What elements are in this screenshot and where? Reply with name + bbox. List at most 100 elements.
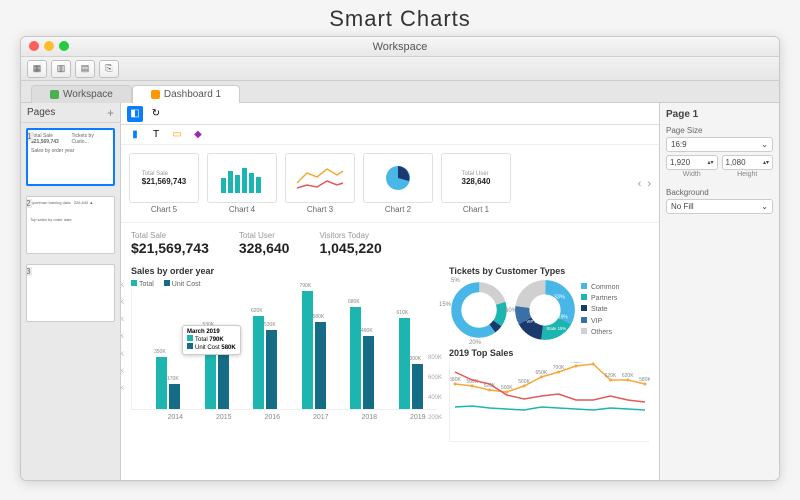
traffic-lights bbox=[29, 41, 69, 51]
minimize-icon[interactable] bbox=[44, 41, 54, 51]
app-title: Smart Charts bbox=[329, 6, 471, 32]
maximize-icon[interactable] bbox=[59, 41, 69, 51]
chart-tooltip: March 2019 Total 790K Unit Cost 580K bbox=[182, 325, 241, 355]
svg-text:620K: 620K bbox=[622, 373, 634, 379]
donut-chart-2[interactable]: 33% 19% State 15% VIP 10% bbox=[515, 280, 575, 340]
thumb-number: 3 bbox=[26, 267, 32, 276]
image-tool[interactable]: ▭ bbox=[169, 127, 185, 143]
svg-text:State 15%: State 15% bbox=[546, 326, 566, 331]
toolbar-btn-1[interactable]: ▦ bbox=[27, 60, 47, 78]
width-input[interactable]: 1,920▴▾ bbox=[666, 155, 718, 170]
tab-dashboard-1[interactable]: Dashboard 1 bbox=[132, 85, 240, 103]
pages-title: Pages bbox=[27, 107, 55, 118]
sales-chart-panel: Sales by order year Total Unit Cost Marc… bbox=[131, 262, 437, 442]
tab-workspace[interactable]: Workspace bbox=[31, 85, 132, 103]
background-select[interactable]: No Fill⌄ bbox=[666, 199, 773, 214]
prop-label: Page Size bbox=[666, 126, 773, 135]
gallery-item[interactable]: Chart 3 bbox=[285, 153, 355, 214]
kpi-total-sale: Total Sale$21,569,743 bbox=[131, 231, 209, 256]
page-thumb-2[interactable]: 2 Sportman training data 328,640 ▲ Top s… bbox=[26, 196, 115, 254]
app-window: Workspace ▦ ▥ ▤ ⎘ Workspace Dashboard 1 … bbox=[20, 36, 780, 481]
titlebar: Workspace bbox=[21, 37, 779, 57]
chart-gallery: Total Sale$21,569,743 Chart 5 Chart 4 Ch… bbox=[121, 145, 659, 223]
svg-text:650K: 650K bbox=[536, 370, 548, 376]
pointer-tool[interactable]: ◧ bbox=[127, 106, 143, 122]
svg-text:VIP 10%: VIP 10% bbox=[526, 319, 543, 324]
kpi-value: $21,569,743 bbox=[131, 240, 209, 256]
chart-title: 2019 Top Sales bbox=[449, 348, 649, 358]
svg-text:700K: 700K bbox=[553, 365, 565, 371]
kpi-visitors: Visitors Today1,045,220 bbox=[319, 231, 381, 256]
props-title: Page 1 bbox=[666, 109, 773, 120]
chart-title: Tickets by Customer Types bbox=[449, 266, 649, 276]
kpi-label: Total User bbox=[239, 231, 290, 240]
legend-label: Unit Cost bbox=[172, 281, 201, 288]
toolbar-btn-2[interactable]: ▥ bbox=[51, 60, 71, 78]
donut-chart-1[interactable]: 60% 15% 5% 20% bbox=[449, 280, 509, 340]
toolbar-btn-4[interactable]: ⎘ bbox=[99, 60, 119, 78]
svg-text:760K: 760K bbox=[570, 362, 582, 365]
svg-text:620K: 620K bbox=[605, 373, 617, 379]
dim-label: Height bbox=[722, 171, 774, 178]
gallery-label: Chart 5 bbox=[129, 205, 199, 214]
pie-icon bbox=[383, 163, 413, 193]
aspect-select[interactable]: 16:9⌄ bbox=[666, 137, 773, 152]
refresh-button[interactable]: ↻ bbox=[148, 106, 164, 122]
legend-label: Total bbox=[139, 281, 154, 288]
toolbar-btn-3[interactable]: ▤ bbox=[75, 60, 95, 78]
sales-legend: Total Unit Cost bbox=[131, 280, 437, 288]
tickets-legend: Common Partners State VIP Others bbox=[581, 282, 619, 338]
svg-text:19%: 19% bbox=[558, 315, 569, 321]
svg-text:780K: 780K bbox=[587, 362, 599, 363]
kpi-total-user: Total User328,640 bbox=[239, 231, 290, 256]
shape-tool[interactable]: ◆ bbox=[190, 127, 206, 143]
chevron-down-icon: ⌄ bbox=[761, 202, 768, 211]
gallery-item[interactable]: Chart 4 bbox=[207, 153, 277, 214]
close-icon[interactable] bbox=[29, 41, 39, 51]
chart-tool[interactable]: ▮ bbox=[127, 127, 143, 143]
pages-header: Pages + bbox=[21, 103, 120, 123]
gallery-nav: ‹ › bbox=[638, 178, 651, 190]
pages-panel: Pages + 1 Total Sale$21,569,743Tickets b… bbox=[21, 103, 121, 480]
kpi-label: Visitors Today bbox=[319, 231, 381, 240]
dashboard-icon bbox=[151, 90, 160, 99]
kpi-value: 1,045,220 bbox=[319, 240, 381, 256]
thumb-number: 2 bbox=[26, 199, 32, 208]
gallery-label: Chart 2 bbox=[363, 205, 433, 214]
canvas-toolbar: ◧ ↻ bbox=[121, 103, 659, 125]
tab-bar: Workspace Dashboard 1 bbox=[21, 81, 779, 103]
tab-label: Dashboard 1 bbox=[164, 89, 221, 100]
kpi-row: Total Sale$21,569,743 Total User328,640 … bbox=[131, 231, 649, 256]
main-area: Pages + 1 Total Sale$21,569,743Tickets b… bbox=[21, 103, 779, 480]
properties-panel: Page 1 Page Size 16:9⌄ 1,920▴▾Width 1,08… bbox=[659, 103, 779, 480]
thumb-number: 1 bbox=[26, 132, 33, 141]
page-thumb-1[interactable]: 1 Total Sale$21,569,743Tickets by Custo.… bbox=[26, 128, 115, 186]
kpi-value: 328,640 bbox=[239, 240, 290, 256]
insert-toolbar: ▮ T ▭ ◆ bbox=[121, 125, 659, 145]
svg-text:580K: 580K bbox=[450, 377, 461, 383]
workspace-icon bbox=[50, 90, 59, 99]
gallery-label: Chart 4 bbox=[207, 205, 277, 214]
sales-barchart[interactable]: March 2019 Total 790K Unit Cost 580K 100… bbox=[131, 290, 437, 410]
gallery-item[interactable]: Chart 2 bbox=[363, 153, 433, 214]
canvas-area: ◧ ↻ ▮ T ▭ ◆ Total Sale$21,569,743 Chart … bbox=[121, 103, 659, 480]
gallery-next[interactable]: › bbox=[647, 178, 651, 190]
gallery-item[interactable]: Total Sale$21,569,743 Chart 5 bbox=[129, 153, 199, 214]
page-thumb-3[interactable]: 3 bbox=[26, 264, 115, 322]
text-tool[interactable]: T bbox=[148, 127, 164, 143]
window-title: Workspace bbox=[373, 41, 428, 53]
gallery-prev[interactable]: ‹ bbox=[638, 178, 642, 190]
prop-label: Background bbox=[666, 188, 773, 197]
chart-title: Sales by order year bbox=[131, 266, 437, 276]
height-input[interactable]: 1,080▴▾ bbox=[722, 155, 774, 170]
add-page-button[interactable]: + bbox=[107, 106, 114, 120]
gallery-item[interactable]: Total User328,640 Chart 1 bbox=[441, 153, 511, 214]
svg-text:560K: 560K bbox=[518, 379, 530, 385]
bar-icon bbox=[217, 163, 267, 193]
donut-row: 60% 15% 5% 20% 33% 19% State 15% VIP 10% bbox=[449, 280, 649, 340]
gallery-label: Chart 3 bbox=[285, 205, 355, 214]
svg-text:500K: 500K bbox=[501, 385, 513, 391]
top-sales-linechart[interactable]: 200K400K600K800K580K560K520K500K560K650K… bbox=[449, 362, 649, 442]
svg-text:33%: 33% bbox=[554, 295, 565, 301]
dashboard-canvas: Total Sale$21,569,743 Total User328,640 … bbox=[121, 223, 659, 480]
